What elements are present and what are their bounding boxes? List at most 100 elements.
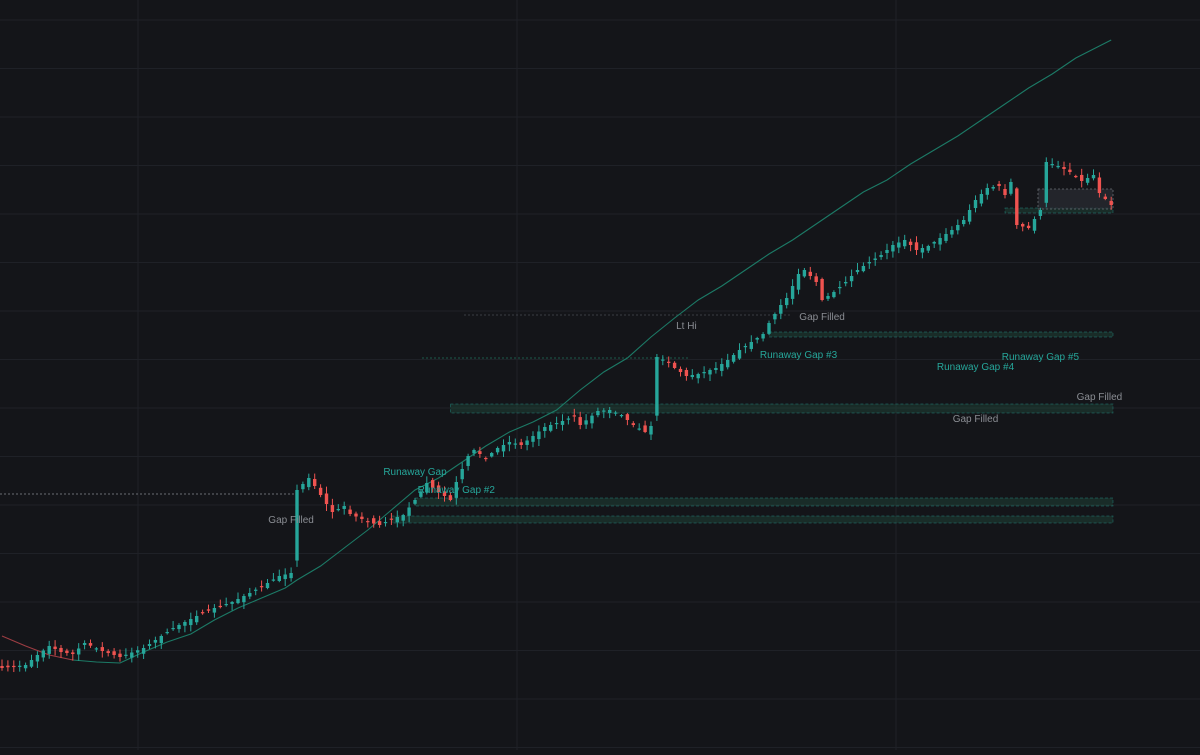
candle [684,367,689,381]
candle-body [1021,224,1025,227]
candle [631,421,635,428]
candle-body [920,248,925,253]
candle [985,183,989,200]
candle-body [566,418,571,420]
candle-body [1085,178,1090,183]
candle [277,569,281,583]
candle [283,568,287,587]
candle-body [903,240,907,247]
candle-body [596,411,600,416]
candle [265,579,270,590]
candle-body [761,334,765,339]
candle [537,425,541,447]
candle-body [578,417,582,425]
candle [189,612,193,632]
candle-body [472,450,476,454]
candle [997,180,1001,191]
candle-body [1062,166,1066,169]
candle-body [731,355,736,362]
candle-body [785,298,789,306]
candle-body [195,616,199,623]
candle-body [796,274,801,290]
candle [171,621,175,631]
candle-body [684,370,689,376]
candle-body [979,194,984,204]
candle [1021,222,1025,232]
candle-body [1050,164,1054,166]
candle-body [619,415,624,417]
candle-body [849,276,854,282]
candle [65,648,69,656]
candle-body [838,287,842,289]
candle [1050,158,1054,168]
candle-body [560,421,565,425]
candle [956,219,960,235]
candle [254,587,258,596]
candle-body [678,368,683,372]
candle-body [950,230,954,235]
candle-body [490,453,494,457]
candle-body [377,521,382,525]
candle-body [519,442,523,445]
candle-body [159,636,163,644]
candle [1044,157,1048,208]
candle-body [254,589,258,591]
candle [360,512,364,524]
candle [938,233,942,251]
candle [714,362,718,374]
candle [395,510,399,528]
moving-average-line [72,39,1112,664]
candle [200,609,205,615]
candle [88,639,93,648]
candle-body [124,654,128,656]
candle [655,354,659,421]
candle-body [655,357,659,416]
candle [147,639,152,650]
candle-body [248,593,252,597]
candle [94,647,99,653]
candle-body [1097,177,1102,193]
candle [47,640,51,659]
candle [112,648,116,659]
candle [790,279,795,305]
candle-body [6,665,10,668]
candle-body [779,305,783,314]
annotation-label-7: Runaway Gap #5 [1002,352,1080,363]
candle-body [206,609,211,611]
candle [643,420,647,434]
annotation-label-6: Runaway Gap #4 [937,362,1015,373]
candle [313,473,317,490]
candle-body [77,648,81,655]
candle-body [525,440,529,445]
candle [737,343,742,360]
candle [885,243,889,260]
candle-body [230,602,234,604]
candle [802,267,807,278]
candle [23,662,28,672]
candle-body [637,428,641,430]
candle-body [383,522,388,524]
candle [248,587,252,600]
candle [619,413,624,418]
candle [289,567,293,582]
candle [259,580,264,592]
moving-average [1,39,1112,664]
candle [206,604,211,614]
candle [1085,173,1090,186]
candle-body [554,423,559,425]
candle-body [584,420,588,425]
candle [914,236,919,255]
candle-body [973,200,978,209]
candle-body [354,513,358,517]
annotation-label-3: Runaway Gap #2 [418,485,496,496]
candle [720,358,724,377]
candle [726,353,730,370]
gap-zone-2 [414,497,1114,507]
candle-body [372,518,376,524]
candle [1003,184,1007,199]
candle-body [613,412,618,414]
annotation-label-2: Runaway Gap [383,467,447,478]
candle [879,251,883,260]
candle [495,446,500,455]
candle [271,572,276,582]
